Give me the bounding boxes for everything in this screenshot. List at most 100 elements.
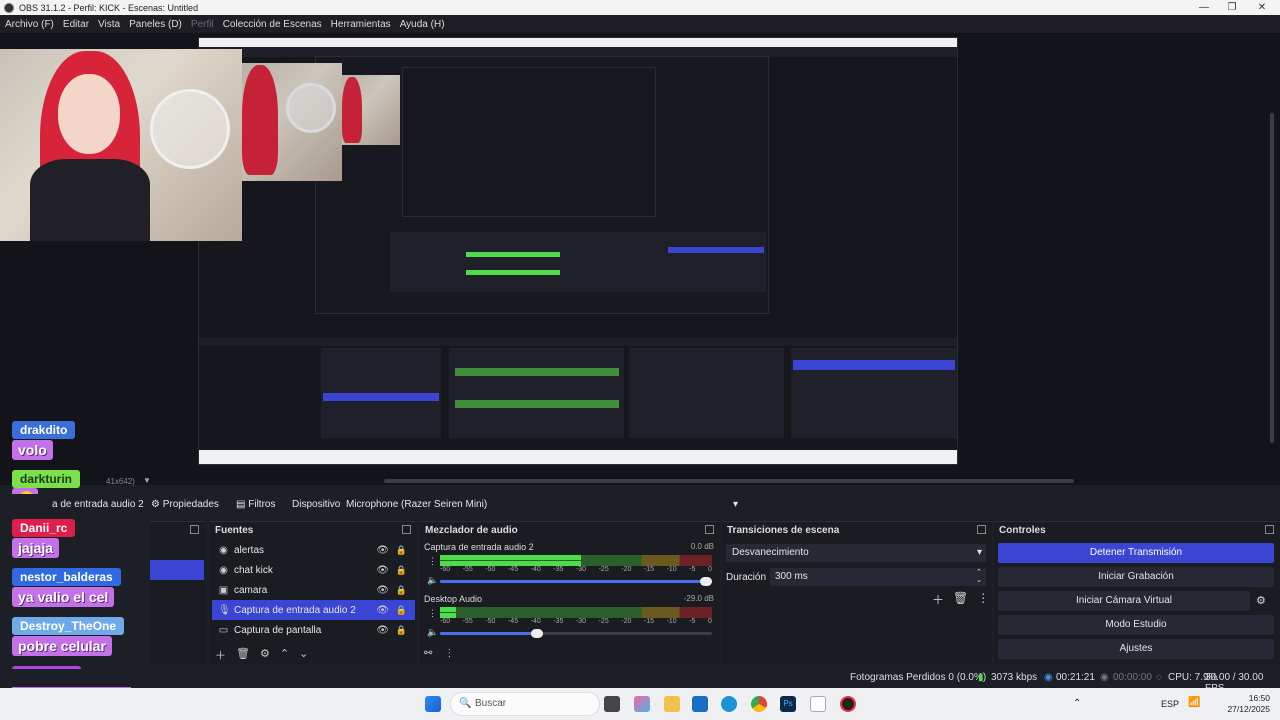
scale-tick: -20 bbox=[621, 566, 632, 573]
windows-start-icon[interactable] bbox=[425, 696, 441, 712]
lock-icon[interactable]: 🔒 bbox=[396, 585, 407, 596]
scale-tick: -25 bbox=[598, 618, 609, 625]
scale-tick: -5 bbox=[689, 566, 696, 573]
start-virtual-camera-button[interactable]: Iniciar Cámara Virtual bbox=[998, 591, 1250, 611]
task-view-icon[interactable] bbox=[604, 696, 620, 712]
transition-select[interactable]: Desvanecimiento ▾ bbox=[726, 544, 986, 562]
mixer-dock-title: Mezclador de audio bbox=[420, 522, 720, 539]
chat-message: volo bbox=[12, 440, 53, 460]
trash-icon[interactable]: 🗑 bbox=[236, 647, 250, 663]
stop-streaming-button[interactable]: Detener Transmisión bbox=[998, 543, 1274, 563]
add-icon[interactable]: ＋ bbox=[215, 647, 226, 663]
virtual-camera-settings-icon[interactable]: ⚙ bbox=[1256, 594, 1266, 607]
trash-icon[interactable]: 🗑 bbox=[953, 591, 968, 608]
filters-button[interactable]: ▤ Filtros bbox=[236, 499, 275, 510]
notepad-icon[interactable] bbox=[810, 696, 826, 712]
spinner-icon[interactable]: ⌃ ⌄ bbox=[976, 569, 982, 585]
move-up-icon[interactable]: ⌃ bbox=[280, 647, 289, 663]
source-item-camara[interactable]: ▣ camara 👁 🔒 bbox=[212, 580, 415, 600]
menu-coleccion-escenas[interactable]: Colección de Escenas bbox=[223, 19, 322, 30]
scale-tick: -60 bbox=[440, 618, 451, 625]
visibility-eye-icon[interactable]: 👁 bbox=[376, 625, 389, 636]
close-icon[interactable]: ✕ bbox=[1246, 0, 1278, 15]
speaker-icon[interactable]: 🔈 bbox=[427, 627, 438, 638]
browser-icon: ◉ bbox=[219, 564, 228, 576]
chrome-icon[interactable] bbox=[751, 696, 767, 712]
link-icon[interactable]: ⚯ bbox=[424, 648, 432, 659]
visibility-eye-icon[interactable]: 👁 bbox=[376, 565, 389, 576]
scale-tick: -35 bbox=[553, 618, 564, 625]
start-recording-button[interactable]: Iniciar Grabación bbox=[998, 567, 1274, 587]
undock-icon[interactable] bbox=[977, 525, 986, 534]
device-select[interactable]: Microphone (Razer Seiren Mini) ▾ bbox=[346, 499, 738, 510]
lock-icon[interactable]: 🔒 bbox=[396, 545, 407, 556]
system-clock[interactable]: 16:50 27/12/2025 bbox=[1227, 693, 1270, 715]
lock-icon[interactable]: 🔒 bbox=[396, 605, 407, 616]
volume-slider[interactable] bbox=[440, 577, 712, 586]
scale-tick: -30 bbox=[575, 566, 587, 573]
preview-dropdown-icon[interactable]: ▼ bbox=[143, 476, 151, 485]
visibility-eye-icon[interactable]: 👁 bbox=[376, 545, 389, 556]
settings-button[interactable]: Ajustes bbox=[998, 639, 1274, 659]
store-icon[interactable] bbox=[692, 696, 708, 712]
properties-button[interactable]: ⚙ Propiedades bbox=[151, 499, 219, 510]
camera-icon: ▣ bbox=[218, 584, 229, 596]
add-icon[interactable]: ＋ bbox=[932, 591, 944, 608]
device-label: Dispositivo bbox=[292, 498, 341, 510]
status-bar: Fotogramas Perdidos 0 (0.0%) ▮ 3073 kbps… bbox=[0, 669, 1280, 694]
undock-icon[interactable] bbox=[705, 525, 714, 534]
menu-dots-icon[interactable]: ⋮ bbox=[444, 648, 454, 659]
undock-icon[interactable] bbox=[190, 525, 199, 534]
channel-db: 0.0 dB bbox=[690, 542, 714, 551]
edge-icon[interactable] bbox=[721, 696, 737, 712]
move-down-icon[interactable]: ⌄ bbox=[299, 647, 308, 663]
window-title: OBS 31.1.2 - Perfil: KICK - Escenas: Unt… bbox=[19, 2, 199, 13]
lock-icon[interactable]: 🔒 bbox=[396, 565, 407, 576]
source-item-chat-kick[interactable]: ◉ chat kick 👁 🔒 bbox=[212, 560, 415, 580]
photoshop-icon[interactable]: Ps bbox=[780, 696, 796, 712]
source-item-alertas[interactable]: ◉ alertas 👁 🔒 bbox=[212, 540, 415, 560]
volume-slider[interactable] bbox=[440, 629, 712, 638]
taskbar-search[interactable]: 🔍 Buscar bbox=[450, 692, 600, 716]
scale-tick: -20 bbox=[621, 618, 632, 625]
scale-tick: -40 bbox=[530, 618, 541, 625]
channel-menu-icon[interactable]: ⋮ bbox=[428, 556, 437, 567]
scale-tick: -60 bbox=[440, 566, 451, 573]
wifi-icon[interactable]: 📶 bbox=[1188, 697, 1200, 708]
volume-meter bbox=[440, 555, 712, 566]
visibility-eye-icon[interactable]: 👁 bbox=[376, 585, 389, 596]
gear-icon[interactable]: ⚙ bbox=[260, 647, 270, 663]
menu-editar[interactable]: Editar bbox=[63, 19, 89, 30]
undock-icon[interactable] bbox=[402, 525, 411, 534]
menu-vista[interactable]: Vista bbox=[98, 19, 120, 30]
mixer-channel: Captura de entrada audio 2 0.0 dB ⋮ -60 -… bbox=[424, 542, 716, 590]
undock-icon[interactable] bbox=[1265, 525, 1274, 534]
scale-tick: -55 bbox=[462, 618, 473, 625]
file-explorer-icon[interactable] bbox=[664, 696, 680, 712]
scene-item-selected[interactable] bbox=[150, 560, 204, 580]
menu-paneles[interactable]: Paneles (D) bbox=[129, 19, 182, 30]
input-language[interactable]: ESP bbox=[1161, 699, 1179, 709]
duration-input[interactable]: 300 ms ⌃ ⌄ bbox=[770, 568, 986, 586]
obs-taskbar-icon[interactable] bbox=[840, 696, 856, 712]
source-item-captura-pantalla[interactable]: ▭ Captura de pantalla 👁 🔒 bbox=[212, 620, 415, 640]
record-icon: ◉ bbox=[1100, 672, 1109, 683]
menu-ayuda[interactable]: Ayuda (H) bbox=[400, 19, 445, 30]
menu-archivo[interactable]: Archivo (F) bbox=[5, 19, 54, 30]
channel-menu-icon[interactable]: ⋮ bbox=[428, 608, 437, 619]
menu-herramientas[interactable]: Herramientas bbox=[331, 19, 391, 30]
chat-message: ya valio el cel bbox=[12, 587, 115, 607]
bitrate: 3073 kbps bbox=[991, 672, 1038, 683]
channel-name: Captura de entrada audio 2 bbox=[424, 542, 534, 552]
studio-mode-button[interactable]: Modo Estudio bbox=[998, 615, 1274, 635]
tray-chevron-icon[interactable]: ⌃ bbox=[1073, 698, 1081, 709]
copilot-icon[interactable] bbox=[634, 696, 650, 712]
speaker-icon[interactable]: 🔈 bbox=[427, 575, 438, 586]
preview-canvas[interactable] bbox=[0, 33, 1280, 485]
maximize-icon[interactable]: ❐ bbox=[1216, 0, 1248, 15]
channel-db: -29.0 dB bbox=[683, 594, 714, 603]
lock-icon[interactable]: 🔒 bbox=[396, 625, 407, 636]
visibility-eye-icon[interactable]: 👁 bbox=[376, 605, 389, 616]
menu-dots-icon[interactable]: ⋮ bbox=[977, 591, 989, 608]
source-item-captura-audio[interactable]: 🎙 Captura de entrada audio 2 👁 🔒 bbox=[212, 600, 415, 620]
